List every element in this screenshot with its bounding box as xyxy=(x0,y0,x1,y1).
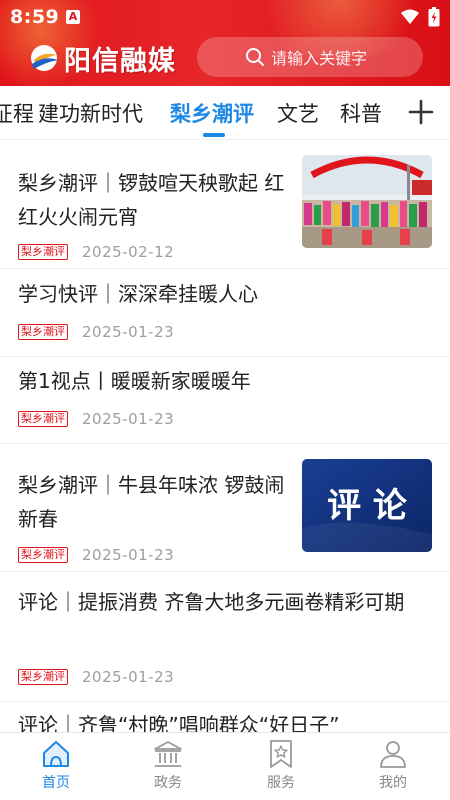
news-meta: 梨乡潮评 2025-01-23 xyxy=(18,668,174,686)
yangko-festival-image xyxy=(302,155,432,248)
nav-label: 我的 xyxy=(379,775,407,791)
news-title: 评论｜提振消费 齐鲁大地多元画卷精彩可期 xyxy=(18,590,405,614)
news-date: 2025-01-23 xyxy=(82,668,175,686)
home-icon xyxy=(43,741,69,767)
app-header: 8:59 A 阳信融媒 请输入关键字 xyxy=(0,0,450,86)
news-item[interactable]: 梨乡潮评｜锣鼓喧天秧歌起 红红火火闹元宵 梨乡潮评 2025-02-12 xyxy=(0,141,450,269)
category-tag: 梨乡潮评 xyxy=(18,324,68,340)
bottom-nav: 首页 政务 服务 我的 xyxy=(0,732,450,800)
category-tag: 梨乡潮评 xyxy=(18,244,68,260)
news-title: 梨乡潮评｜锣鼓喧天秧歌起 红红火火闹元宵 xyxy=(18,171,285,229)
news-item[interactable]: 梨乡潮评｜牛县年味浓 锣鼓闹新春 梨乡潮评 2025-01-23 评 论 xyxy=(0,444,450,572)
search-icon xyxy=(246,48,264,66)
news-meta: 梨乡潮评 2025-01-23 xyxy=(18,323,174,341)
nav-label: 服务 xyxy=(267,775,295,791)
category-tag: 梨乡潮评 xyxy=(18,547,68,563)
news-date: 2025-01-23 xyxy=(82,323,175,341)
nav-label: 首页 xyxy=(42,775,70,791)
nav-label: 政务 xyxy=(154,775,182,791)
nav-home[interactable]: 首页 xyxy=(21,739,91,792)
news-date: 2025-01-23 xyxy=(82,410,175,428)
tab-kepu[interactable]: 科普 xyxy=(340,98,382,128)
bookmark-star-icon xyxy=(270,740,292,768)
news-meta: 梨乡潮评 2025-02-12 xyxy=(18,243,174,261)
tab-wenyi[interactable]: 文艺 xyxy=(277,98,319,128)
news-item[interactable]: 学习快评｜深深牵挂暖人心 梨乡潮评 2025-01-23 xyxy=(0,269,450,357)
logo-mark-icon xyxy=(31,45,58,71)
nav-profile[interactable]: 我的 xyxy=(358,739,428,792)
tab-lixiang-chaoping[interactable]: 梨乡潮评 xyxy=(170,98,254,128)
active-tab-indicator xyxy=(203,133,225,137)
app-logo: 阳信融媒 xyxy=(28,40,176,77)
status-bar: 8:59 A xyxy=(0,0,450,34)
news-meta: 梨乡潮评 2025-01-23 xyxy=(18,546,174,564)
news-item[interactable]: 评论｜提振消费 齐鲁大地多元画卷精彩可期 梨乡潮评 2025-01-23 xyxy=(0,572,450,702)
news-title: 学习快评｜深深牵挂暖人心 xyxy=(18,282,258,306)
add-channel-icon[interactable] xyxy=(408,99,434,125)
news-title: 第1视点丨暖暖新家暖暖年 xyxy=(18,369,251,393)
tab-jiangong[interactable]: 建功新时代 xyxy=(38,98,143,128)
news-title: 梨乡潮评｜牛县年味浓 锣鼓闹新春 xyxy=(18,473,285,531)
user-icon xyxy=(380,741,406,768)
battery-icon xyxy=(428,7,440,27)
news-date: 2025-01-23 xyxy=(82,546,175,564)
search-bar[interactable]: 请输入关键字 xyxy=(197,37,423,77)
nav-service[interactable]: 服务 xyxy=(246,739,316,792)
news-thumbnail xyxy=(302,155,432,248)
category-tag: 梨乡潮评 xyxy=(18,411,68,427)
news-thumbnail: 评 论 xyxy=(302,459,432,552)
news-date: 2025-02-12 xyxy=(82,243,175,261)
category-tag: 梨乡潮评 xyxy=(18,669,68,685)
news-meta: 梨乡潮评 2025-01-23 xyxy=(18,410,174,428)
commentary-banner-image: 评 论 xyxy=(302,459,432,552)
government-building-icon xyxy=(154,741,182,767)
wifi-icon xyxy=(401,9,419,24)
notification-icon: A xyxy=(66,10,80,24)
status-time: 8:59 xyxy=(10,6,60,28)
category-tabs: 征程 建功新时代 梨乡潮评 文艺 科普 xyxy=(0,86,450,140)
logo-text: 阳信融媒 xyxy=(64,45,176,77)
system-icons xyxy=(400,7,440,27)
nav-government[interactable]: 政务 xyxy=(133,739,203,792)
news-item[interactable]: 第1视点丨暖暖新家暖暖年 梨乡潮评 2025-01-23 xyxy=(0,357,450,444)
tab-zhengcheng[interactable]: 征程 xyxy=(0,98,34,128)
image-caption: 评 论 xyxy=(327,486,408,526)
